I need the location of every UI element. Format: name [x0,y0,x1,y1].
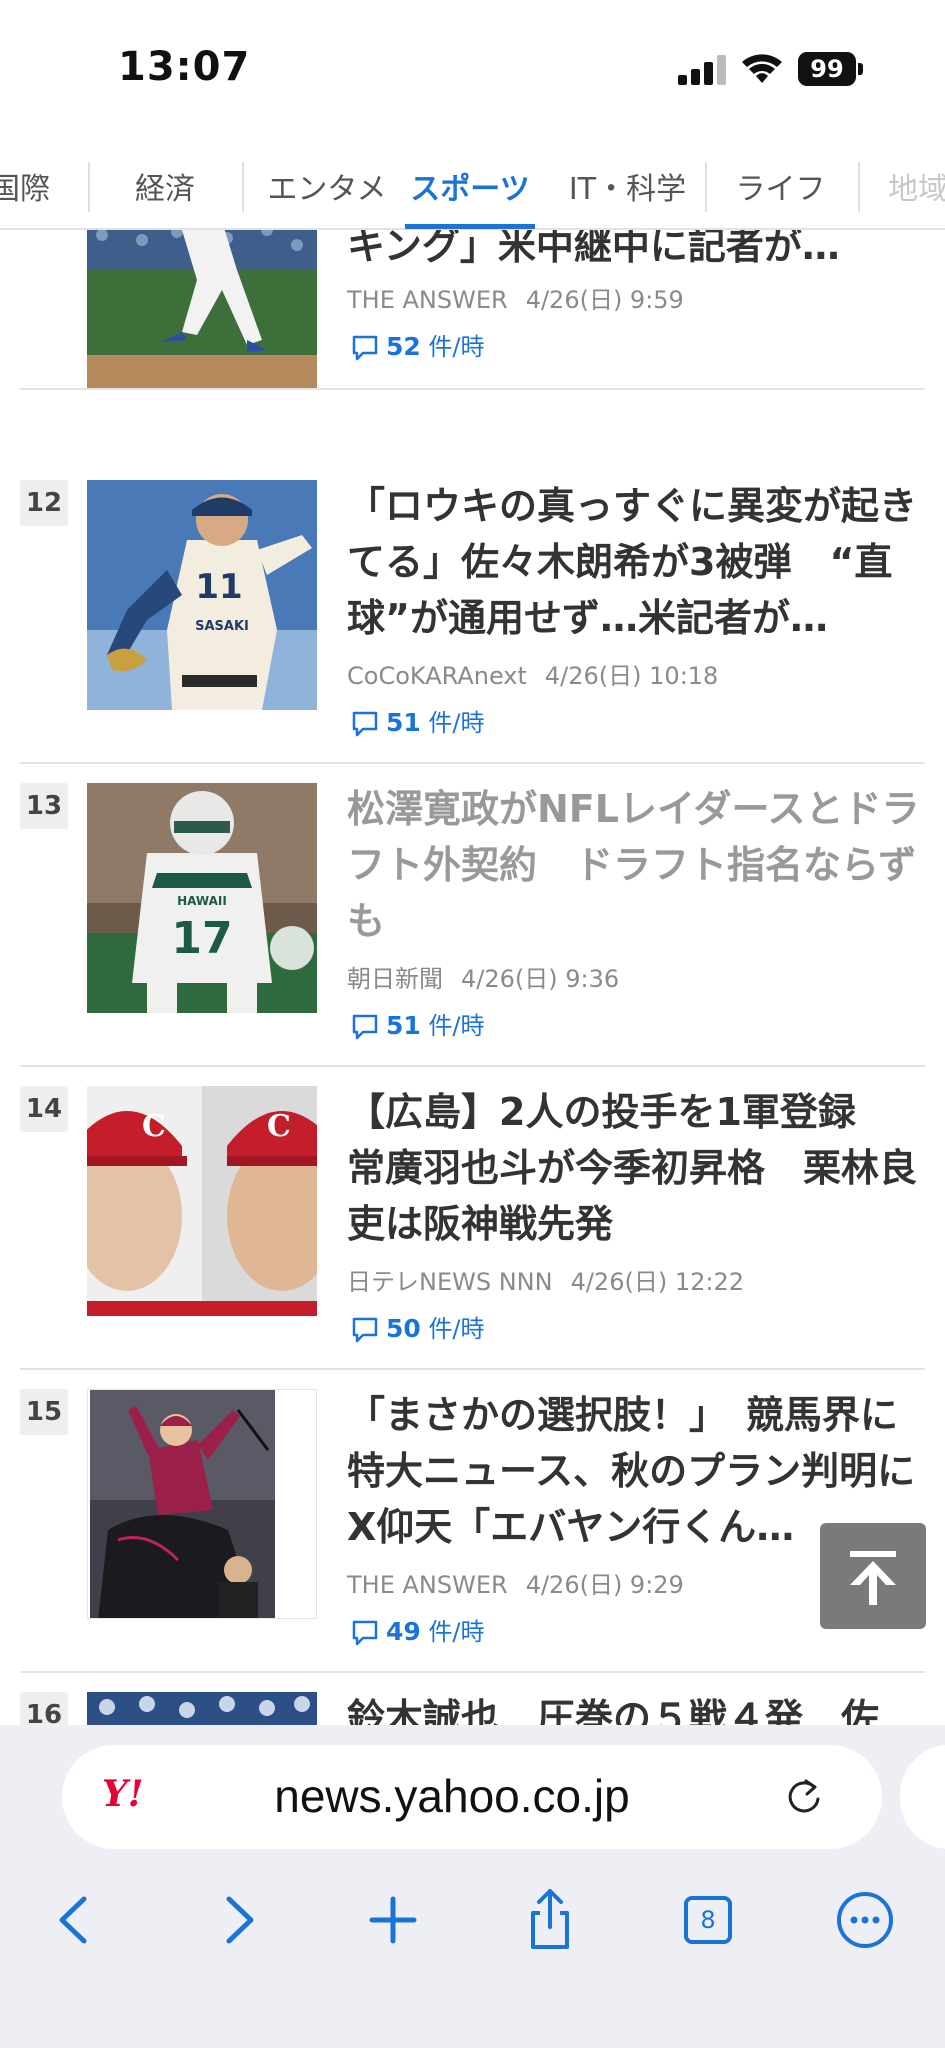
jersey-number: 17 [171,913,232,964]
battery-icon: 99 [798,52,863,86]
scroll-to-top-button[interactable] [820,1523,926,1629]
list-divider [20,1065,925,1067]
list-item[interactable]: 15 「まさかの選択肢！」 競馬界に特大ニュース、秋のプラン判明にX仰天「エバヤ… [0,1389,945,1689]
status-time: 13:07 [118,44,251,90]
tab-sports[interactable]: スポーツ [405,164,535,216]
article-source: 朝日新聞 [347,965,443,993]
tab-economy[interactable]: 経済 [110,164,220,216]
list-item[interactable]: 13 17 HAWAII 松澤寛政がNFLレイダースとドラフト外契約 ドラフト指… [0,783,945,1083]
tab-local[interactable]: 地域 [878,164,945,216]
rank-badge: 15 [20,1389,68,1435]
article-date: 4/26(日) 9:29 [525,1571,684,1599]
article-thumbnail: C C [87,1086,317,1316]
cellular-signal-icon [678,55,726,85]
comment-icon [352,1620,378,1646]
arrow-up-icon [850,1551,896,1605]
tab-count: 8 [700,1906,716,1934]
article-date: 4/26(日) 9:36 [461,965,620,993]
comment-count[interactable]: 51 件/時 [350,1009,485,1043]
ranking-list: ュース 「これは正真正銘ショッキング」米中継中に記者が… THE ANSWER 4… [0,230,945,1725]
list-item[interactable]: 16 鈴木誠也 圧巻の５戦４発 佐 [0,1692,945,1725]
wifi-icon [742,54,782,83]
status-bar: 13:07 99 [0,0,945,150]
tabs-button[interactable]: 8 [673,1885,743,1955]
article-thumbnail [87,1389,317,1619]
comment-icon [352,1317,378,1343]
page: 13:07 99 国際 経済 エンタメ スポーツ IT・科学 ライフ 地域 キン… [0,0,945,2048]
list-divider [20,1671,925,1673]
jersey-team: HAWAII [177,894,227,908]
article-source: 日テレNEWS NNN [347,1268,553,1296]
yahoo-logo: Y! [102,1773,144,1815]
address-bar[interactable]: Y! news.yahoo.co.jp [62,1745,882,1849]
chevron-right-icon [226,1896,254,1944]
article-headline[interactable]: 「ロウキの真っすぐに異変が起きてる」佐々木朗希が3被弾 “直球”が通用せず…米記… [347,478,922,646]
article-meta: 日テレNEWS NNN 4/26(日) 12:22 [347,1262,744,1297]
battery-level: 99 [798,52,856,86]
jersey-name: SASAKI [195,619,249,634]
tab-it-science[interactable]: IT・科学 [560,164,695,216]
list-divider [20,1368,925,1370]
share-icon [531,1889,569,1949]
comment-icon [352,1014,378,1040]
list-divider [20,762,925,764]
comment-icon [352,711,378,737]
article-thumbnail [87,1692,317,1725]
comment-count[interactable]: 50 件/時 [350,1312,485,1346]
list-item[interactable]: 12 11 SASAKI 「ロウキの真っすぐに異変が起きてる」佐々木朗希が3被弾… [0,480,945,780]
more-icon [837,1892,893,1948]
plus-icon [369,1896,417,1944]
category-tabs: 国際 経済 エンタメ スポーツ IT・科学 ライフ 地域 [0,150,945,230]
article-meta: THE ANSWER 4/26(日) 9:59 [347,280,684,315]
rank-badge: 12 [20,480,68,526]
rank-badge: 13 [20,783,68,829]
article-source: CoCoKARAnext [347,662,527,690]
article-date: 4/26(日) 9:59 [525,286,684,314]
tab-entertainment[interactable]: エンタメ [252,164,402,216]
browser-toolbar: Y! news.yahoo.co.jp 8 [0,1725,945,2048]
jersey-number: 11 [195,567,242,607]
reload-icon[interactable] [782,1775,826,1819]
article-date: 4/26(日) 12:22 [570,1268,744,1296]
article-meta: THE ANSWER 4/26(日) 9:29 [347,1565,684,1600]
comment-icon [352,335,378,361]
comment-count[interactable]: 52 件/時 [350,330,485,364]
comment-count[interactable]: 51 件/時 [350,706,485,740]
svg-text:C: C [267,1109,291,1144]
tab-life[interactable]: ライフ [718,164,843,216]
back-button[interactable] [40,1885,110,1955]
article-thumbnail: 17 HAWAII [87,783,317,1013]
article-meta: CoCoKARAnext 4/26(日) 10:18 [347,656,718,691]
article-thumbnail [87,230,317,390]
comment-count[interactable]: 49 件/時 [350,1615,485,1649]
rank-badge: 14 [20,1086,68,1132]
rank-badge: 16 [20,1692,68,1725]
list-item[interactable]: ュース 「これは正真正銘ショッキング」米中継中に記者が… THE ANSWER 4… [0,230,945,460]
article-source: THE ANSWER [347,1571,508,1599]
article-thumbnail: 11 SASAKI [87,480,317,710]
url-text[interactable]: news.yahoo.co.jp [212,1769,692,1823]
tab-international[interactable]: 国際 [0,164,50,216]
article-headline[interactable]: ュース 「これは正真正銘ショッキング」米中継中に記者が… [347,230,922,274]
svg-text:C: C [142,1109,166,1144]
article-meta: 朝日新聞 4/26(日) 9:36 [347,959,619,994]
share-button[interactable] [515,1885,585,1955]
more-button[interactable] [830,1885,900,1955]
article-headline[interactable]: 【広島】2人の投手を1軍登録 常廣羽也斗が今季初昇格 栗林良吏は阪神戦先発 [347,1084,922,1252]
active-tab-indicator [405,224,535,229]
next-tab-address-bar[interactable] [900,1745,945,1849]
article-source: THE ANSWER [347,286,508,314]
article-date: 4/26(日) 10:18 [544,662,719,690]
new-tab-button[interactable] [358,1885,428,1955]
list-item[interactable]: 14 C C 【広島】2人の投手を1軍登録 常廣羽也斗が今季初昇格 栗林良吏は阪… [0,1086,945,1386]
list-divider [20,388,925,390]
article-headline[interactable]: 松澤寛政がNFLレイダースとドラフト外契約 ドラフト指名ならずも [347,781,922,949]
forward-button[interactable] [203,1885,273,1955]
article-headline[interactable]: 鈴木誠也 圧巻の５戦４発 佐 [347,1690,922,1725]
chevron-left-icon [59,1896,87,1944]
